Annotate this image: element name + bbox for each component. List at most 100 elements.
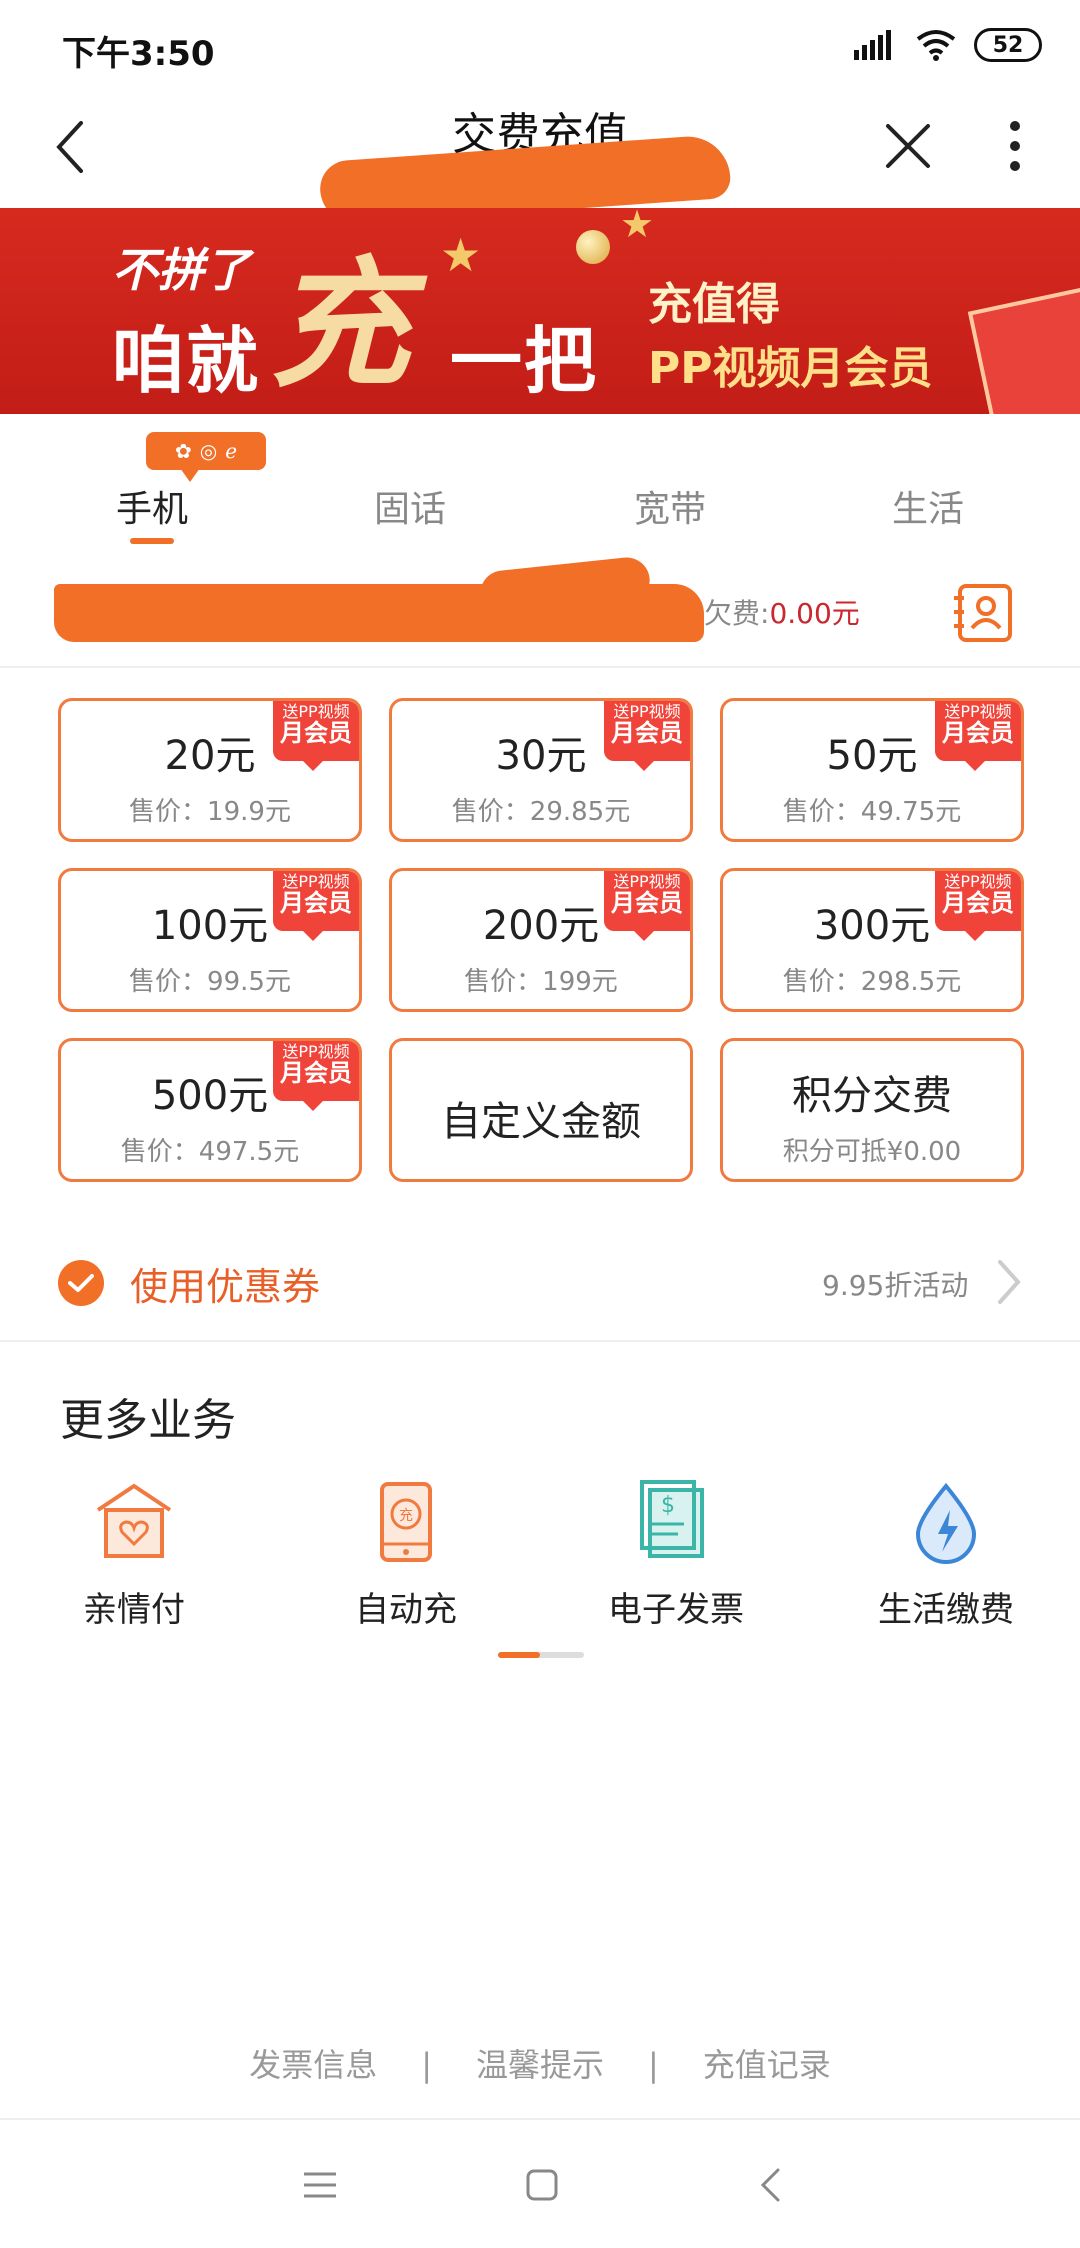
service-e-invoice[interactable]: $ 电子发票 — [566, 1480, 786, 1631]
water-drop-icon — [904, 1480, 988, 1564]
more-button[interactable] — [990, 114, 1040, 178]
tag-line2: 月会员 — [611, 718, 683, 747]
service-label: 亲情付 — [83, 1590, 185, 1630]
card-price: 积分可抵¥0.00 — [782, 1137, 962, 1167]
coupon-label: 使用优惠券 — [130, 1265, 321, 1309]
category-tabs: ✿ ◎ ℯ 手机 固话 宽带 生活 — [0, 414, 1080, 564]
tab-life[interactable]: 生活 — [828, 480, 1028, 532]
system-nav-bar — [0, 2120, 1080, 2248]
banner-right-text: 充值得 PP视频月会员 — [648, 268, 933, 396]
tab-landline[interactable]: 固话 — [310, 480, 510, 532]
amount-card-30[interactable]: 30元 售价：29.85元 送PP视频 月会员 — [389, 698, 693, 842]
wifi-icon — [916, 30, 956, 61]
card-price: 售价：49.75元 — [782, 797, 962, 827]
gift-icon — [967, 286, 1080, 414]
footer-separator: | — [648, 2046, 659, 2084]
tag-line2: 月会员 — [942, 888, 1014, 917]
tag-line2: 月会员 — [280, 718, 352, 747]
home-nav-button[interactable] — [512, 2160, 572, 2210]
banner-right-line1: 充值得 — [648, 279, 780, 330]
card-price: 售价：29.85元 — [451, 797, 631, 827]
chevron-right-icon — [992, 1258, 1024, 1306]
banner-line2-a: 咱就 — [112, 319, 261, 403]
china-mobile-icon: ◎ — [199, 439, 218, 463]
amount-card-20[interactable]: 20元 售价：19.9元 送PP视频 月会员 — [58, 698, 362, 842]
china-telecom-icon: ℯ — [225, 439, 238, 463]
pp-vip-tag: 送PP视频 月会员 — [935, 701, 1021, 771]
china-unicom-icon: ✿ — [174, 439, 192, 463]
back-triangle-icon — [760, 2168, 780, 2202]
custom-amount-card[interactable]: 自定义金额 — [389, 1038, 693, 1182]
tips-link[interactable]: 温馨提示 — [476, 2040, 604, 2086]
tag-line2: 月会员 — [942, 718, 1014, 747]
service-family-pay[interactable]: 亲情付 — [24, 1480, 244, 1631]
promo-banner[interactable]: 不拼了 咱就 一把 充 ★ ★ 充值得 PP视频月会员 — [0, 208, 1080, 414]
recharge-page: 下午3:50 52 交费充值 不拼了 咱就 一把 充 ★ ★ 充值得 PP视频月… — [0, 0, 1080, 2248]
card-price: 售价：199元 — [464, 967, 618, 997]
pp-vip-tag: 送PP视频 月会员 — [273, 701, 359, 771]
coupon-checkbox[interactable] — [58, 1260, 104, 1306]
tag-line2: 月会员 — [280, 1058, 352, 1087]
contacts-icon — [954, 584, 1012, 642]
close-icon — [886, 124, 930, 168]
back-button[interactable] — [40, 112, 100, 182]
amount-card-500[interactable]: 500元 售价：497.5元 送PP视频 月会员 — [58, 1038, 362, 1182]
tab-mobile[interactable]: 手机 — [52, 480, 252, 532]
pp-vip-tag: 送PP视频 月会员 — [935, 871, 1021, 941]
service-label: 电子发票 — [608, 1590, 744, 1630]
check-icon — [68, 1274, 94, 1292]
svg-text:$: $ — [661, 1493, 675, 1518]
service-utility-payment[interactable]: 生活缴费 — [836, 1480, 1056, 1631]
card-price: 售价：99.5元 — [129, 967, 291, 997]
star-icon: ★ — [440, 228, 482, 282]
footer-separator: | — [421, 2046, 432, 2084]
service-label: 自动充 — [355, 1590, 457, 1630]
points-payment-card[interactable]: 积分交费 积分可抵¥0.00 — [720, 1038, 1024, 1182]
star-icon: ★ — [620, 208, 655, 246]
status-time: 下午3:50 — [62, 34, 215, 74]
status-icons: 52 — [854, 28, 1042, 62]
svg-text:充: 充 — [399, 1508, 413, 1524]
banner-line2-b: 一把 — [450, 319, 599, 403]
card-price: 售价：298.5元 — [782, 967, 962, 997]
page-indicator-active — [498, 1652, 540, 1658]
amount-card-300[interactable]: 300元 售价：298.5元 送PP视频 月会员 — [720, 868, 1024, 1012]
more-services-title: 更多业务 — [60, 1395, 236, 1446]
tab-broadband[interactable]: 宽带 — [570, 480, 770, 532]
coupon-row[interactable]: 使用优惠券 9.95折活动 — [0, 1224, 1080, 1342]
carrier-badge: ✿ ◎ ℯ — [146, 432, 266, 482]
house-heart-icon — [92, 1480, 176, 1564]
close-button[interactable] — [876, 114, 940, 178]
amount-card-200[interactable]: 200元 售价：199元 送PP视频 月会员 — [389, 868, 693, 1012]
arrears-amount: 0.00元 — [769, 597, 860, 630]
tag-line2: 月会员 — [611, 888, 683, 917]
service-auto-recharge[interactable]: 充 自动充 — [296, 1480, 516, 1631]
invoice-info-link[interactable]: 发票信息 — [249, 2040, 377, 2086]
pp-vip-tag: 送PP视频 月会员 — [604, 701, 690, 771]
amount-card-50[interactable]: 50元 售价：49.75元 送PP视频 月会员 — [720, 698, 1024, 842]
recharge-history-link[interactable]: 充值记录 — [703, 2040, 831, 2086]
card-price: 售价：19.9元 — [129, 797, 291, 827]
amount-card-100[interactable]: 100元 售价：99.5元 送PP视频 月会员 — [58, 868, 362, 1012]
receipt-icon: $ — [634, 1480, 718, 1564]
amount-grid: 20元 售价：19.9元 送PP视频 月会员 30元 售价：29.85元 送PP视… — [58, 698, 1024, 1184]
signal-icon — [854, 30, 891, 60]
pp-vip-tag: 送PP视频 月会员 — [273, 871, 359, 941]
card-price: 售价：497.5元 — [120, 1137, 300, 1167]
phone-number-row: 月欠费:0.00元 — [0, 555, 1080, 668]
menu-nav-button[interactable] — [290, 2160, 350, 2210]
banner-big-char: 充 — [270, 244, 411, 407]
chevron-left-icon — [56, 121, 83, 173]
tag-line2: 月会员 — [280, 888, 352, 917]
page-indicator — [498, 1652, 584, 1658]
auto-recharge-icon: 充 — [364, 1480, 448, 1564]
banner-right-line2: PP视频月会员 — [648, 343, 933, 394]
battery-icon: 52 — [974, 28, 1042, 62]
footer-links: 发票信息 | 温馨提示 | 充值记录 — [0, 2040, 1080, 2086]
title-bar: 交费充值 — [0, 90, 1080, 227]
ornament-icon — [576, 230, 610, 264]
tab-indicator — [130, 538, 174, 544]
contacts-button[interactable] — [954, 582, 1014, 644]
back-nav-button[interactable] — [740, 2160, 800, 2210]
card-amount: 积分交费 — [792, 1073, 952, 1119]
